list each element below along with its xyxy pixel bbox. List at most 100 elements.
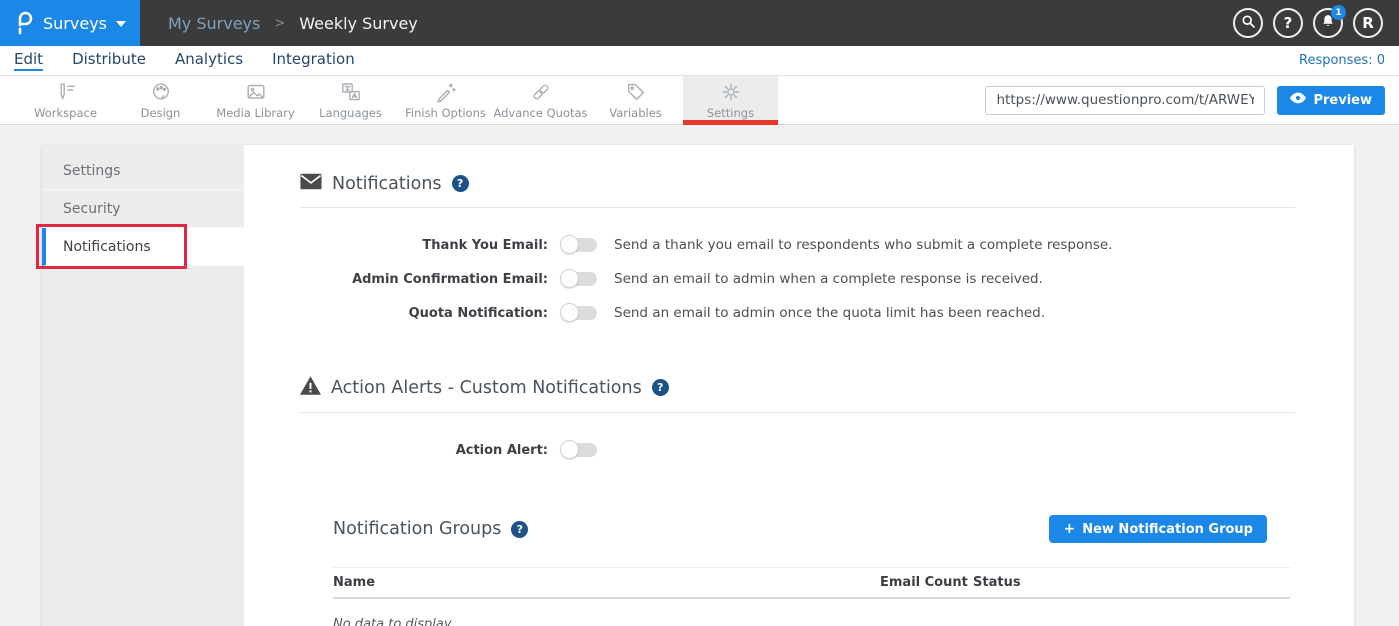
table-empty-state: No data to display...	[333, 617, 1290, 626]
notification-groups-title: Notification Groups	[333, 519, 501, 539]
advance-quotas-icon	[530, 81, 552, 103]
settings-main: Notifications ? Thank You Email:Send a t…	[244, 145, 1354, 626]
toolbar-right: Preview	[985, 76, 1399, 124]
notifications-section-title: Notifications	[332, 174, 442, 194]
divider	[300, 412, 1295, 413]
toolbar-items: Workspace Design Media Library Languages Fin…	[18, 76, 778, 124]
notifications-section-head: Notifications ?	[300, 173, 1295, 194]
edit-toolbar: Workspace Design Media Library Languages Fin…	[0, 76, 1399, 125]
breadcrumb: My Surveys > Weekly Survey	[168, 0, 418, 46]
question-mark-icon: ?	[1284, 14, 1293, 32]
search-button[interactable]	[1233, 8, 1263, 38]
sidebar-item-security[interactable]: Security	[42, 190, 244, 228]
nav-tab-integration[interactable]: Integration	[272, 50, 355, 71]
notification-setting-toggle-off[interactable]	[561, 272, 597, 286]
divider	[300, 207, 1295, 208]
toolbar-item-label: Advance Quotas	[493, 106, 587, 120]
action-alert-toggle-off[interactable]	[561, 443, 597, 457]
toolbar-item-workspace[interactable]: Workspace	[18, 76, 113, 124]
toolbar-item-label: Languages	[319, 106, 382, 120]
breadcrumb-current-survey: Weekly Survey	[299, 14, 418, 33]
responses-count[interactable]: Responses: 0	[1299, 53, 1385, 68]
column-header-email-count: Email Count	[880, 575, 973, 590]
toggle-knob	[560, 303, 579, 322]
toggle-knob	[560, 235, 579, 254]
toolbar-item-finish-options[interactable]: Finish Options	[398, 76, 493, 124]
new-group-label: New Notification Group	[1082, 522, 1253, 537]
languages-icon	[340, 81, 362, 103]
toolbar-item-design[interactable]: Design	[113, 76, 208, 124]
notification-setting-row: Thank You Email:Send a thank you email t…	[300, 228, 1295, 262]
notification-groups-help-icon[interactable]: ?	[511, 521, 528, 538]
notification-setting-label: Admin Confirmation Email:	[300, 272, 548, 287]
column-header-status: Status	[973, 575, 1290, 590]
plus-icon: +	[1063, 521, 1075, 537]
notification-groups-head: Notification Groups ? + New Notification…	[333, 515, 1295, 543]
help-button[interactable]: ?	[1273, 8, 1303, 38]
action-alerts-section: Action Alerts - Custom Notifications ? A…	[300, 376, 1295, 467]
notification-setting-description: Send a thank you email to respondents wh…	[614, 237, 1112, 253]
page-content: SettingsSecurity Notifications Notificati…	[0, 125, 1399, 626]
settings-sidebar: SettingsSecurity Notifications	[42, 145, 244, 626]
avatar-initial: R	[1362, 14, 1374, 32]
preview-label: Preview	[1313, 93, 1372, 108]
breadcrumb-separator: >	[274, 16, 285, 31]
toolbar-item-label: Media Library	[216, 106, 294, 120]
notification-setting-row: Admin Confirmation Email:Send an email t…	[300, 262, 1295, 296]
settings-icon	[720, 81, 742, 103]
finish-options-icon	[435, 81, 457, 103]
notification-groups-table: NameEmail CountStatus No data to display…	[333, 567, 1290, 626]
toolbar-item-label: Design	[141, 106, 181, 120]
action-alert-toggle-rows: Action Alert:	[300, 433, 1295, 467]
sidebar-item-settings[interactable]: Settings	[42, 152, 244, 190]
column-header-name: Name	[333, 575, 880, 590]
product-switcher[interactable]: Surveys	[0, 0, 140, 46]
media-library-icon	[245, 81, 267, 103]
sidebar-item-label: Notifications	[63, 239, 151, 255]
action-alerts-section-title: Action Alerts - Custom Notifications	[331, 378, 642, 398]
nav-items: Edit Distribute Analytics Integration	[14, 50, 384, 71]
toggle-knob	[560, 269, 579, 288]
user-avatar[interactable]: R	[1353, 8, 1383, 38]
notification-groups-section: Notification Groups ? + New Notification…	[333, 515, 1295, 626]
toolbar-item-media-library[interactable]: Media Library	[208, 76, 303, 124]
notification-setting-label: Quota Notification:	[300, 306, 548, 321]
chevron-down-icon	[116, 21, 126, 27]
notification-setting-toggle-off[interactable]	[561, 238, 597, 252]
toolbar-item-variables[interactable]: Variables	[588, 76, 683, 124]
toolbar-item-settings[interactable]: Settings	[683, 76, 778, 124]
notification-setting-row: Quota Notification:Send an email to admi…	[300, 296, 1295, 330]
toolbar-item-label: Finish Options	[405, 106, 486, 120]
toolbar-item-label: Workspace	[34, 106, 97, 120]
new-notification-group-button[interactable]: + New Notification Group	[1049, 515, 1267, 543]
preview-button[interactable]: Preview	[1277, 86, 1385, 115]
notifications-button[interactable]: 1	[1313, 8, 1343, 38]
notification-badge: 1	[1331, 5, 1346, 20]
notifications-help-icon[interactable]: ?	[452, 175, 469, 192]
action-alerts-section-head: Action Alerts - Custom Notifications ?	[300, 376, 1295, 399]
toolbar-item-languages[interactable]: Languages	[303, 76, 398, 124]
search-icon	[1240, 13, 1257, 34]
action-alerts-help-icon[interactable]: ?	[652, 379, 669, 396]
warning-triangle-icon	[300, 376, 321, 399]
nav-tab-edit[interactable]: Edit	[14, 50, 43, 71]
toolbar-item-label: Settings	[707, 106, 754, 120]
sidebar-item-notifications[interactable]: Notifications	[42, 228, 244, 266]
envelope-icon	[300, 173, 322, 194]
sidebar-filler	[42, 266, 244, 626]
toggle-knob	[560, 440, 579, 459]
eye-icon	[1290, 92, 1306, 108]
settings-card: SettingsSecurity Notifications Notificati…	[42, 145, 1354, 626]
nav-tab-analytics[interactable]: Analytics	[175, 50, 243, 71]
toolbar-item-advance-quotas[interactable]: Advance Quotas	[493, 76, 588, 124]
workspace-icon	[55, 81, 77, 103]
topbar-actions: ? 1 R	[1233, 0, 1399, 46]
notification-setting-toggle-off[interactable]	[561, 306, 597, 320]
variables-icon	[625, 81, 647, 103]
action-alert-row: Action Alert:	[300, 433, 1295, 467]
topbar: Surveys My Surveys > Weekly Survey ?	[0, 0, 1399, 46]
nav-tab-distribute[interactable]: Distribute	[72, 50, 146, 71]
survey-url-input[interactable]	[985, 86, 1265, 115]
product-name: Surveys	[43, 14, 107, 33]
breadcrumb-my-surveys[interactable]: My Surveys	[168, 14, 260, 33]
